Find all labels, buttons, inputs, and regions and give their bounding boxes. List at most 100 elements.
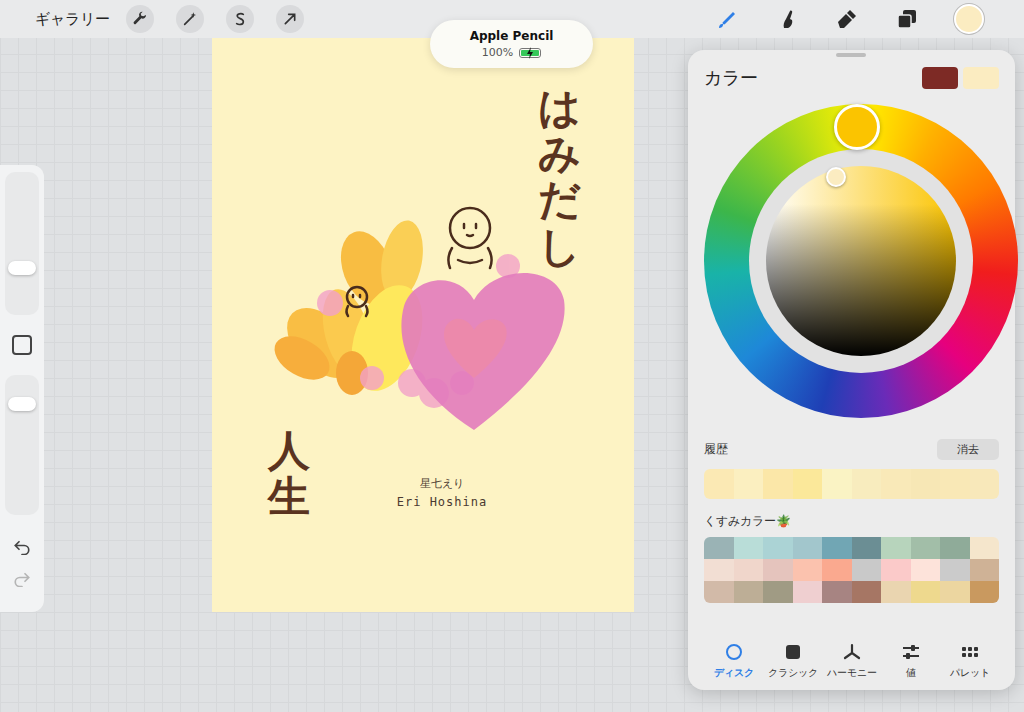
magic-wand-icon[interactable] [176, 5, 204, 33]
color-swatches [922, 67, 999, 89]
history-swatch[interactable] [704, 469, 734, 499]
brush-size-slider[interactable] [5, 172, 39, 315]
color-mode-tab[interactable]: 値 [881, 642, 940, 680]
palette-swatch[interactable] [852, 581, 882, 603]
palette-swatch[interactable] [822, 559, 852, 581]
palette-swatch[interactable] [881, 559, 911, 581]
transform-arrow-icon[interactable] [276, 5, 304, 33]
palette-swatch[interactable] [940, 581, 970, 603]
palette-swatch[interactable] [793, 537, 823, 559]
palette-grid [704, 537, 999, 603]
palette-swatch[interactable] [970, 581, 1000, 603]
panel-handle[interactable] [836, 53, 866, 57]
palette-swatch[interactable] [822, 581, 852, 603]
toolbar-left: ギャラリー [35, 5, 304, 33]
palette-swatch[interactable] [704, 581, 734, 603]
eraser-tool-icon[interactable] [834, 6, 860, 32]
toolbar-right [714, 4, 984, 34]
wrench-icon[interactable] [126, 5, 154, 33]
tab-label: クラシック [768, 666, 818, 680]
palette-swatch[interactable] [763, 581, 793, 603]
subtitle-vertical-text: 人生 [268, 428, 310, 520]
color-panel: カラー 履歴 消去 くすみカラー🪴 ディスククラシックハーモニー値パレット [688, 50, 1015, 690]
palette-swatch[interactable] [881, 537, 911, 559]
battery-row: 100% [482, 46, 541, 59]
history-swatch[interactable] [793, 469, 823, 499]
palette-swatch[interactable] [911, 559, 941, 581]
redo-icon[interactable] [13, 571, 31, 591]
title-vertical-text: はみだし [538, 85, 580, 270]
palette-swatch[interactable] [734, 581, 764, 603]
history-swatch[interactable] [911, 469, 941, 499]
palette-swatch[interactable] [793, 581, 823, 603]
palette-swatch[interactable] [940, 559, 970, 581]
primary-color-swatch[interactable] [922, 67, 958, 89]
color-mode-tab[interactable]: クラシック [763, 642, 822, 680]
palette-swatch[interactable] [940, 537, 970, 559]
history-swatch[interactable] [852, 469, 882, 499]
pencil-toast: Apple Pencil 100% [430, 20, 593, 68]
brush-size-fill [5, 268, 39, 315]
drawing-canvas[interactable]: はみだし 人生 星七えり Eri Hoshina [212, 38, 634, 612]
tab-label: ハーモニー [827, 666, 877, 680]
color-panel-header: カラー [704, 66, 999, 90]
color-mode-tabs: ディスククラシックハーモニー 値 パレット [704, 642, 999, 680]
layers-tool-icon[interactable] [894, 6, 920, 32]
palette-mode-icon [960, 642, 980, 662]
slider-thumb[interactable] [8, 261, 36, 275]
palette-swatch[interactable] [970, 537, 1000, 559]
toast-title: Apple Pencil [470, 29, 554, 43]
current-color-button[interactable] [954, 4, 984, 34]
palette-swatch[interactable] [970, 559, 1000, 581]
battery-reading: 100% [482, 46, 513, 59]
opacity-slider[interactable] [5, 375, 39, 515]
palette-swatch[interactable] [793, 559, 823, 581]
tab-label: ディスク [714, 666, 754, 680]
author-japanese: 星七えり [420, 476, 464, 491]
palette-swatch[interactable] [734, 559, 764, 581]
modify-square-button[interactable] [12, 335, 32, 355]
palette-swatch[interactable] [852, 537, 882, 559]
history-swatch[interactable] [822, 469, 852, 499]
palette-swatch[interactable] [881, 581, 911, 603]
disc-mode-icon [724, 642, 744, 662]
undo-icon[interactable] [13, 539, 31, 559]
classic-mode-icon [783, 642, 803, 662]
secondary-color-swatch[interactable] [963, 67, 999, 89]
palette-swatch[interactable] [911, 537, 941, 559]
history-swatch[interactable] [734, 469, 764, 499]
smudge-tool-icon[interactable] [774, 6, 800, 32]
brush-tool-icon[interactable] [714, 6, 740, 32]
value-mode-icon [901, 642, 921, 662]
palette-swatch[interactable] [763, 559, 793, 581]
history-swatch[interactable] [881, 469, 911, 499]
battery-icon [519, 48, 541, 58]
clear-button[interactable]: 消去 [937, 439, 999, 460]
palette-swatch[interactable] [822, 537, 852, 559]
history-swatch[interactable] [970, 469, 1000, 499]
palette-swatch[interactable] [704, 537, 734, 559]
gallery-button[interactable]: ギャラリー [35, 10, 110, 29]
harmony-mode-icon [842, 642, 862, 662]
palette-swatch[interactable] [911, 581, 941, 603]
tool-group [714, 6, 920, 32]
procreate-app: ギャラリー [0, 0, 1024, 712]
palette-swatch[interactable] [734, 537, 764, 559]
palette-swatch[interactable] [852, 559, 882, 581]
color-mode-tab[interactable]: ハーモニー [822, 642, 881, 680]
tab-label: 値 [906, 666, 916, 680]
history-swatch[interactable] [763, 469, 793, 499]
color-wheel[interactable] [704, 104, 1018, 418]
history-label: 履歴 [704, 441, 728, 458]
history-header: 履歴 消去 [704, 438, 999, 460]
selection-icon[interactable] [226, 5, 254, 33]
color-mode-tab[interactable]: ディスク [704, 642, 763, 680]
color-mode-tab[interactable]: パレット [940, 642, 999, 680]
history-swatch[interactable] [940, 469, 970, 499]
author-english: Eri Hoshina [397, 495, 487, 509]
palette-swatch[interactable] [704, 559, 734, 581]
hue-knob[interactable] [834, 104, 880, 150]
saturation-disc[interactable] [766, 166, 956, 356]
slider-thumb[interactable] [8, 397, 36, 411]
palette-swatch[interactable] [763, 537, 793, 559]
